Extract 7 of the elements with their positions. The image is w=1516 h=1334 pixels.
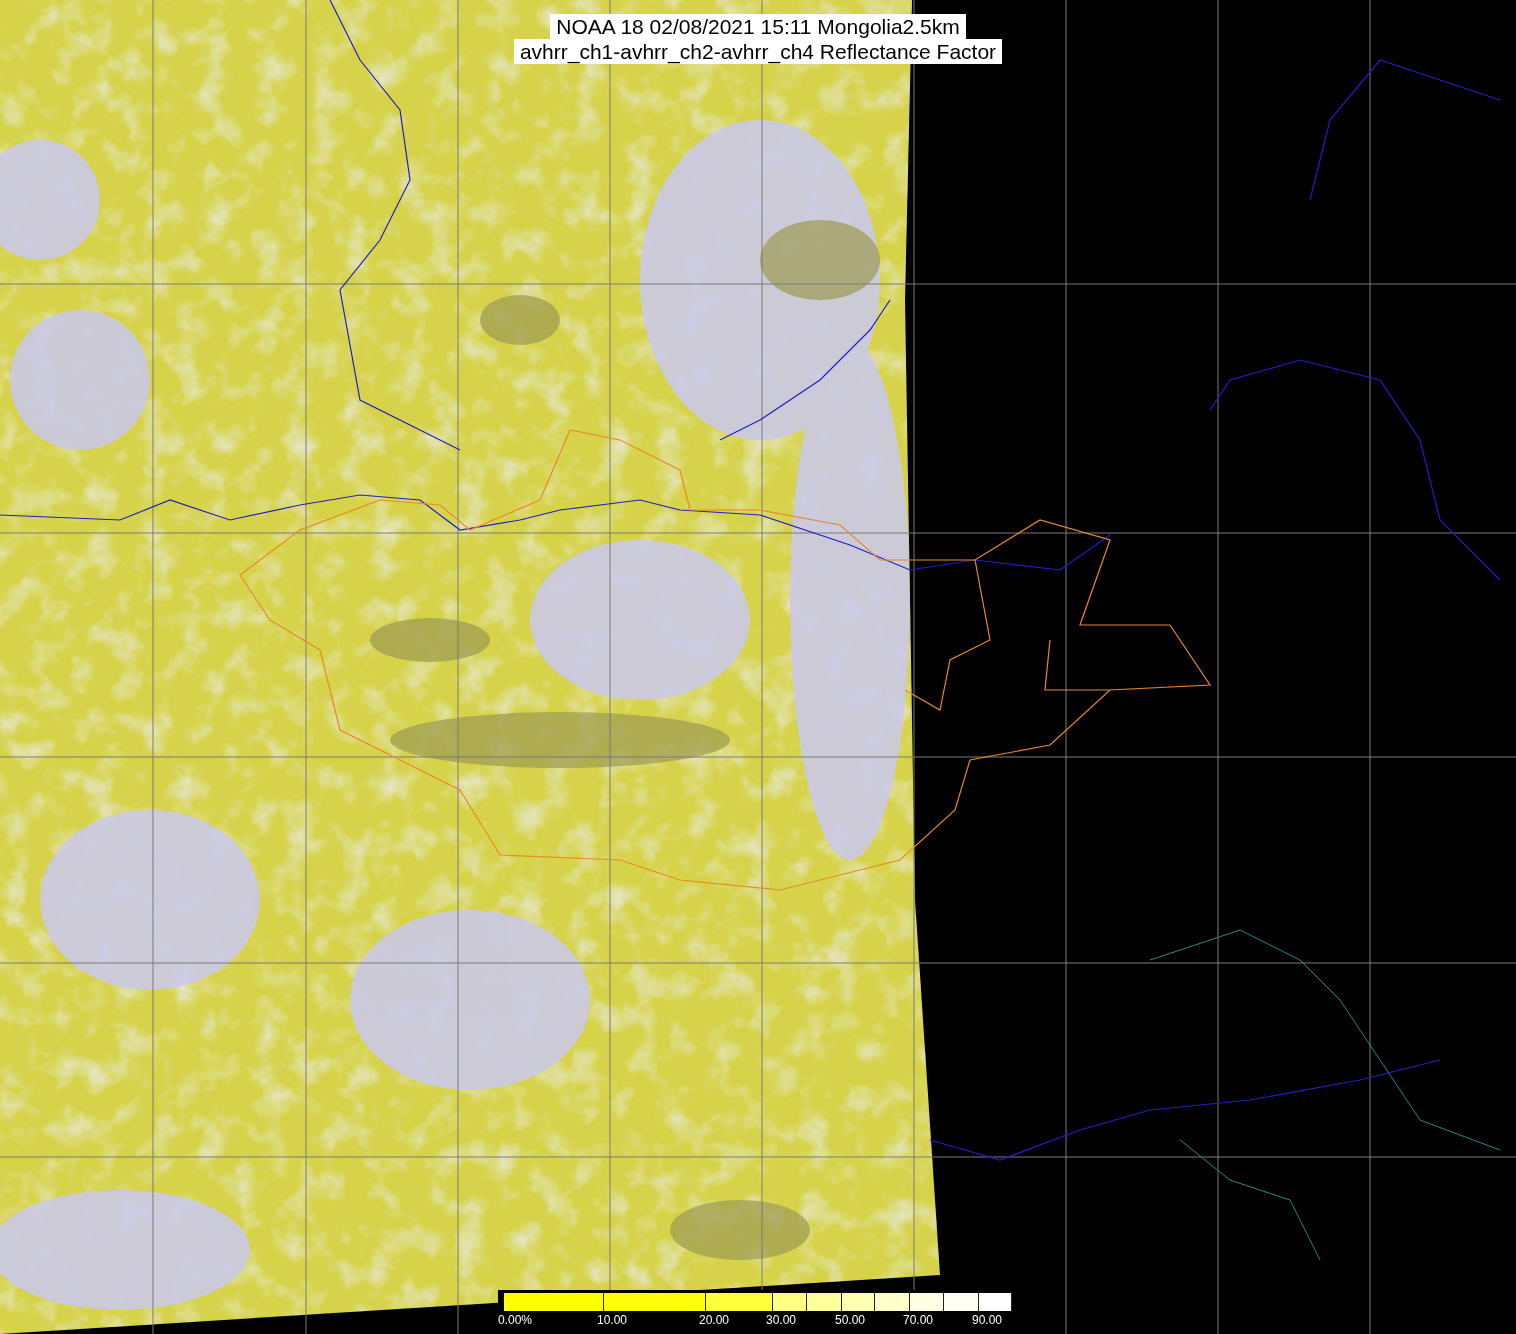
- scale-label: 0.00%: [498, 1313, 533, 1327]
- scale-label: 70.00: [903, 1313, 934, 1327]
- scale-label: 50.00: [835, 1313, 866, 1327]
- scale-label: 20.00: [699, 1313, 730, 1327]
- scale-label: 30.00: [766, 1313, 797, 1327]
- scale-label: 10.00: [597, 1313, 628, 1327]
- scale-label: 90.00: [972, 1313, 1003, 1327]
